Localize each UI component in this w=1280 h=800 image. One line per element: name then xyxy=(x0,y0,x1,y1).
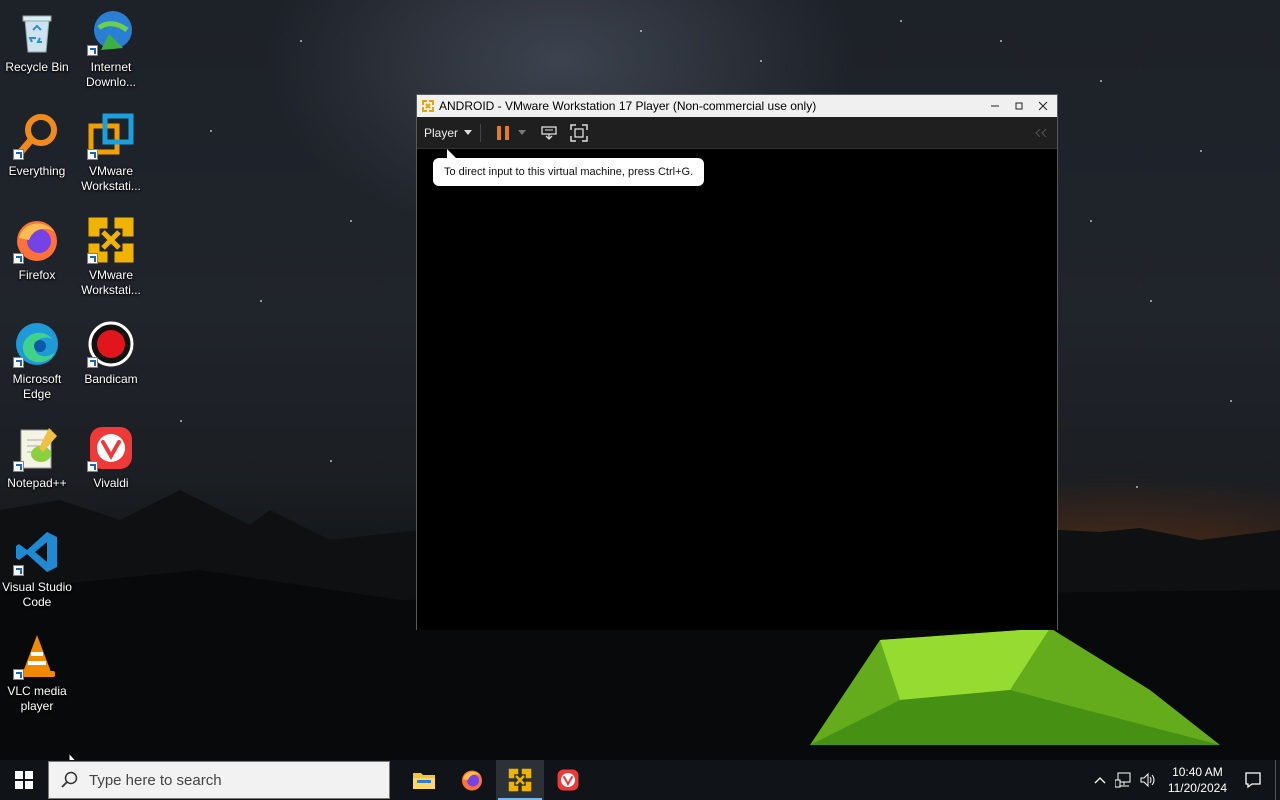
desktop-icon-recycle-bin[interactable]: Recycle Bin xyxy=(0,4,74,75)
recycle-bin-icon xyxy=(13,8,61,56)
desktop-icon-everything[interactable]: Everything xyxy=(0,108,74,179)
close-button[interactable] xyxy=(1031,95,1055,117)
file-explorer-icon xyxy=(413,773,435,789)
collapse-toolbar-button[interactable] xyxy=(1029,121,1053,145)
full-screen-button[interactable] xyxy=(567,121,591,145)
start-button[interactable] xyxy=(0,760,48,800)
vmware-player-icon xyxy=(508,768,532,792)
vm-display[interactable] xyxy=(417,149,1057,630)
taskbar-vivaldi[interactable] xyxy=(544,760,592,800)
bandicam-icon xyxy=(87,320,135,368)
fullscreen-icon xyxy=(570,123,588,142)
vmware-player-window[interactable]: ANDROID - VMware Workstation 17 Player (… xyxy=(416,94,1058,630)
chevron-down-icon xyxy=(464,130,473,135)
player-menu-button[interactable]: Player xyxy=(424,125,473,140)
power-options-dropdown[interactable] xyxy=(515,121,529,145)
show-desktop-button[interactable] xyxy=(1275,760,1280,800)
vmware-workstation-icon xyxy=(87,112,135,160)
search-placeholder: Type here to search xyxy=(89,771,222,789)
clock-date: 11/20/2024 xyxy=(1167,781,1227,795)
desktop-icon-internet-download-manager[interactable]: Internet Downlo... xyxy=(74,4,148,90)
network-button[interactable] xyxy=(1112,772,1136,788)
desktop-icon-firefox[interactable]: Firefox xyxy=(0,212,74,283)
minimize-icon xyxy=(991,105,999,107)
everything-search-icon xyxy=(13,112,61,160)
vmware-player-icon xyxy=(422,100,434,112)
vivaldi-icon xyxy=(557,769,579,791)
taskbar-vmware-player[interactable] xyxy=(496,760,544,800)
notepad-plus-plus-icon xyxy=(13,424,61,472)
show-hidden-icons-button[interactable] xyxy=(1088,776,1112,784)
desktop-icon-vivaldi[interactable]: Vivaldi xyxy=(74,420,148,491)
action-center-button[interactable] xyxy=(1241,771,1265,789)
taskbar-clock[interactable]: 10:40 AM 11/20/2024 xyxy=(1168,764,1227,796)
desktop-icon-vmware-player[interactable]: VMware Workstati... xyxy=(74,212,148,298)
search-icon xyxy=(49,771,89,789)
desktop-icon-vlc[interactable]: VLC media player xyxy=(0,628,74,714)
ctrl-alt-del-icon xyxy=(541,125,557,140)
vscode-icon xyxy=(13,528,61,576)
input-grab-tooltip: To direct input to this virtual machine,… xyxy=(433,149,705,186)
clock-time: 10:40 AM xyxy=(1172,765,1223,779)
vlc-icon xyxy=(13,632,61,680)
desktop-icon-notepad-plus-plus[interactable]: Notepad++ xyxy=(0,420,74,491)
desktop-icon-bandicam[interactable]: Bandicam xyxy=(74,316,148,387)
desktop-icon-vmware-workstation[interactable]: VMware Workstati... xyxy=(74,108,148,194)
taskbar-file-explorer[interactable] xyxy=(400,760,448,800)
taskbar: Type here to search 10:40 AM 11/20/2024 xyxy=(0,760,1280,800)
chevron-down-icon xyxy=(518,130,527,135)
windows-logo-icon xyxy=(15,771,33,789)
volume-icon xyxy=(1140,772,1155,788)
volume-button[interactable] xyxy=(1136,772,1160,788)
firefox-icon xyxy=(462,770,482,791)
maximize-button[interactable] xyxy=(1007,95,1031,117)
window-title: ANDROID - VMware Workstation 17 Player (… xyxy=(439,99,817,113)
minimize-button[interactable] xyxy=(983,95,1007,117)
system-tray: 10:40 AM 11/20/2024 xyxy=(1088,760,1280,800)
maximize-icon xyxy=(1015,102,1023,110)
toolbar-separator xyxy=(480,123,482,142)
desktop-icon-vscode[interactable]: Visual Studio Code xyxy=(0,524,74,610)
desktop-icon-edge[interactable]: Microsoft Edge xyxy=(0,316,74,402)
vmware-player-icon xyxy=(87,216,135,264)
window-titlebar[interactable]: ANDROID - VMware Workstation 17 Player (… xyxy=(417,95,1057,117)
taskbar-firefox[interactable] xyxy=(448,760,496,800)
taskbar-search-box[interactable]: Type here to search xyxy=(48,761,390,799)
notification-icon xyxy=(1245,772,1261,789)
internet-download-manager-icon xyxy=(87,8,135,56)
firefox-icon xyxy=(13,216,61,264)
chevron-up-icon xyxy=(1094,777,1106,784)
double-chevron-left-icon xyxy=(1035,128,1047,137)
player-menu-label: Player xyxy=(424,125,459,140)
player-toolbar: Player xyxy=(417,117,1057,149)
send-ctrl-alt-del-button[interactable] xyxy=(537,121,561,145)
pause-button[interactable] xyxy=(491,121,515,145)
close-icon xyxy=(1038,101,1048,111)
edge-icon xyxy=(13,320,61,368)
pause-icon xyxy=(497,125,510,140)
network-icon xyxy=(1114,772,1131,788)
vivaldi-icon xyxy=(87,424,135,472)
